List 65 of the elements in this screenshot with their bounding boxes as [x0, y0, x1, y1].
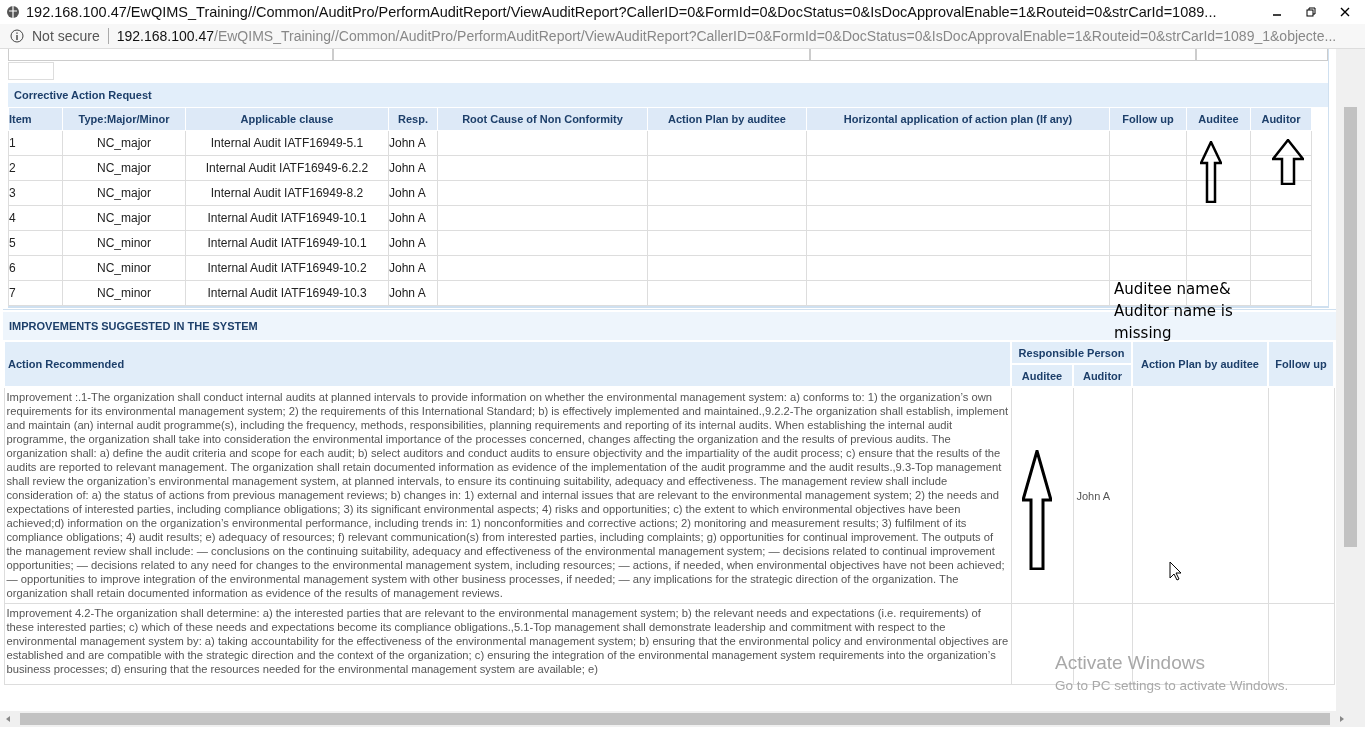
arrow-icon	[1272, 139, 1304, 185]
section-header: Corrective Action Request	[8, 83, 1328, 107]
table-cell: NC_major	[62, 155, 186, 181]
table-cell: 5	[8, 230, 63, 256]
table-cell: 6	[8, 255, 63, 281]
globe-icon	[6, 5, 20, 19]
cursor-icon	[1169, 561, 1181, 581]
table-cell: 3	[8, 180, 63, 206]
watermark-title: Activate Windows	[1055, 652, 1206, 674]
table-cell: John A	[1076, 489, 1111, 502]
table-cell: 1	[8, 130, 63, 156]
table-cell: John A	[388, 155, 438, 181]
table-cell: 7	[8, 280, 63, 306]
table-cell: John A	[388, 180, 438, 206]
arrow-icon	[1200, 141, 1222, 203]
close-icon[interactable]	[1339, 6, 1351, 18]
table-cell: John A	[388, 205, 438, 231]
column-header: Auditee	[1186, 107, 1251, 131]
table-cell: Internal Audit IATF16949-6.2.2	[185, 155, 389, 181]
column-header: Follow up	[1109, 107, 1187, 131]
restore-icon[interactable]	[1305, 6, 1317, 18]
table-cell: Internal Audit IATF16949-10.2	[185, 255, 389, 281]
column-header: Applicable clause	[185, 107, 389, 131]
table-cell: NC_major	[62, 205, 186, 231]
table-cell: NC_major	[62, 180, 186, 206]
column-header: Action Plan by auditee	[1132, 341, 1268, 387]
watermark-subtitle: Go to PC settings to activate Windows.	[1055, 678, 1289, 693]
column-header: Auditor	[1250, 107, 1312, 131]
column-header: Resp.	[388, 107, 438, 131]
table-cell: NC_minor	[62, 230, 186, 256]
improvement-text: Improvement :.1-The organization shall conduct internal audits at planned intervals to provide information on whether the environmental management system: a) conforms to: 1) the organization’s own requirements for its environmental management system; 2) the requirements of this International Standard; b) is effectively implemented and maintained.,9.2.2-The organization shall establish, implement and maintain (an) internal audit programme(s), including the frequency, methods, responsibilities, planning requirements and reporting of its internal audits. When establishing the internal audit programme, the organization shall take into consideration the environmental importance of the processes concerned, changes affecting the organization and the results of previous audits. The organization shall: a) define the audit criteria and scope for each audit; b) select auditors and conduct audits to ensure objectivity and the impartiality of the audit process; c) ensure that the results of the audits are reported to relevant management. The organization shall retain documented information as evidence of the implementation of the audit programme and the audit results.,9.3-Top management shall review the organization’s environmental management system, at planned intervals, to ensure its continuing suitability, adequacy and effectiveness. The management review shall include consideration of: a) the status of actions from previous management reviews; b) changes in: 1) external and internal issues that are relevant to the environmental management system; 2) the needs and expectations of interested parties, including compliance obligations; 3) its significant environmental aspects; 4) risks and opportunities; c) the extent to which environmental objectives have been achieved;d) information on the organization’s environmental performance, including trends in: 1) nonconformities and corrective actions; 2) monitoring and measurement results; 3) fulfilment of its compliance obligations; 4) audit results; e) adequacy of resources; f) relevant communication(s) from interested parties, including complaints; g) opportunities for continual improvement. The outputs of the management review shall include: — conclusions on the continuing suitability, adequacy and effectiveness of the environmental management system; — decisions related to continual improvement opportunities; — decisions related to any need for changes to the environmental management system, including resources; — actions, if needed, when environmental objectives have not been achieved; — opportunities to improve integration of the environmental management system with other business processes, if needed; — any implications for the strategic direction of the organization. The organization shall retain documented information as evidence of the results of management reviews.	[6, 391, 1009, 599]
table-cell: Internal Audit IATF16949-10.3	[185, 280, 389, 306]
table-cell: Internal Audit IATF16949-8.2	[185, 180, 389, 206]
url-text[interactable]: 192.168.100.47/EwQIMS_Training//Common/AuditPro/PerformAuditReport/ViewAuditReport?CallerID=0&FormId=0&DocStatus=0&IsDocApprovalEnable=1&Routeid=0&strCarId=1089_1&objecte...	[116, 28, 1337, 44]
table-cell: NC_minor	[62, 280, 186, 306]
table-cell: Internal Audit IATF16949-5.1	[185, 130, 389, 156]
table-cell: 4	[8, 205, 63, 231]
table-cell: NC_major	[62, 130, 186, 156]
table-cell: NC_minor	[62, 255, 186, 281]
window-title: 192.168.100.47/EwQIMS_Training//Common/AuditPro/PerformAuditReport/ViewAuditReport?CallerID=0&FormId=0&DocStatus=0&IsDocApprovalEnable=1&Routeid=0&strCarId=1089...	[26, 4, 1218, 20]
column-header: Type:Major/Minor	[62, 107, 186, 131]
table-cell: 2	[8, 155, 63, 181]
column-header: Item	[8, 107, 63, 131]
scroll-right-icon[interactable]	[1338, 715, 1346, 723]
info-icon[interactable]	[10, 29, 24, 43]
annotation-note: Auditee name& Auditor name is missing	[1114, 279, 1234, 344]
arrow-icon	[1022, 450, 1052, 570]
table-cell: John A	[388, 130, 438, 156]
column-header: Root Cause of Non Conformity	[437, 107, 648, 131]
table-cell: Internal Audit IATF16949-10.1	[185, 230, 389, 256]
table-cell: John A	[388, 280, 438, 306]
column-header: Responsible Person	[1011, 341, 1132, 364]
security-label: Not secure	[32, 28, 100, 44]
table-cell: John A	[388, 230, 438, 256]
table-cell: Internal Audit IATF16949-10.1	[185, 205, 389, 231]
scroll-left-icon[interactable]	[4, 715, 12, 723]
column-header: Action Plan by auditee	[647, 107, 807, 131]
table-cell	[8, 62, 54, 80]
improvement-text: Improvement 4.2-The organization shall determine: a) the interested parties that are relevant to the environmental management system; b) the relevant needs and expectations (i.e. requirements) of these interested parties; c) which of these needs and expectations become its compliance obligations.,5.1-Top management shall demonstrate leadership and commitment with respect to the environmental management system by: a) taking accountability for the effectiveness of the environmental management system; b) ensuring that the environmental policy and environmental objectives are established and are compatible with the strategic direction and the context of the organization; c) ensuring the integration of the environmental management system requirements into the organization’s business processes; d) ensuring that the resources needed for the environmental management system are available; e)	[6, 607, 1009, 675]
column-header: Action Recommended	[4, 341, 1011, 387]
column-header: Follow up	[1268, 341, 1334, 387]
scrollbar-thumb[interactable]	[20, 713, 1330, 725]
column-header: Horizontal application of action plan (If any)	[806, 107, 1110, 131]
table-cell: John A	[388, 255, 438, 281]
scrollbar-thumb[interactable]	[1344, 107, 1357, 547]
